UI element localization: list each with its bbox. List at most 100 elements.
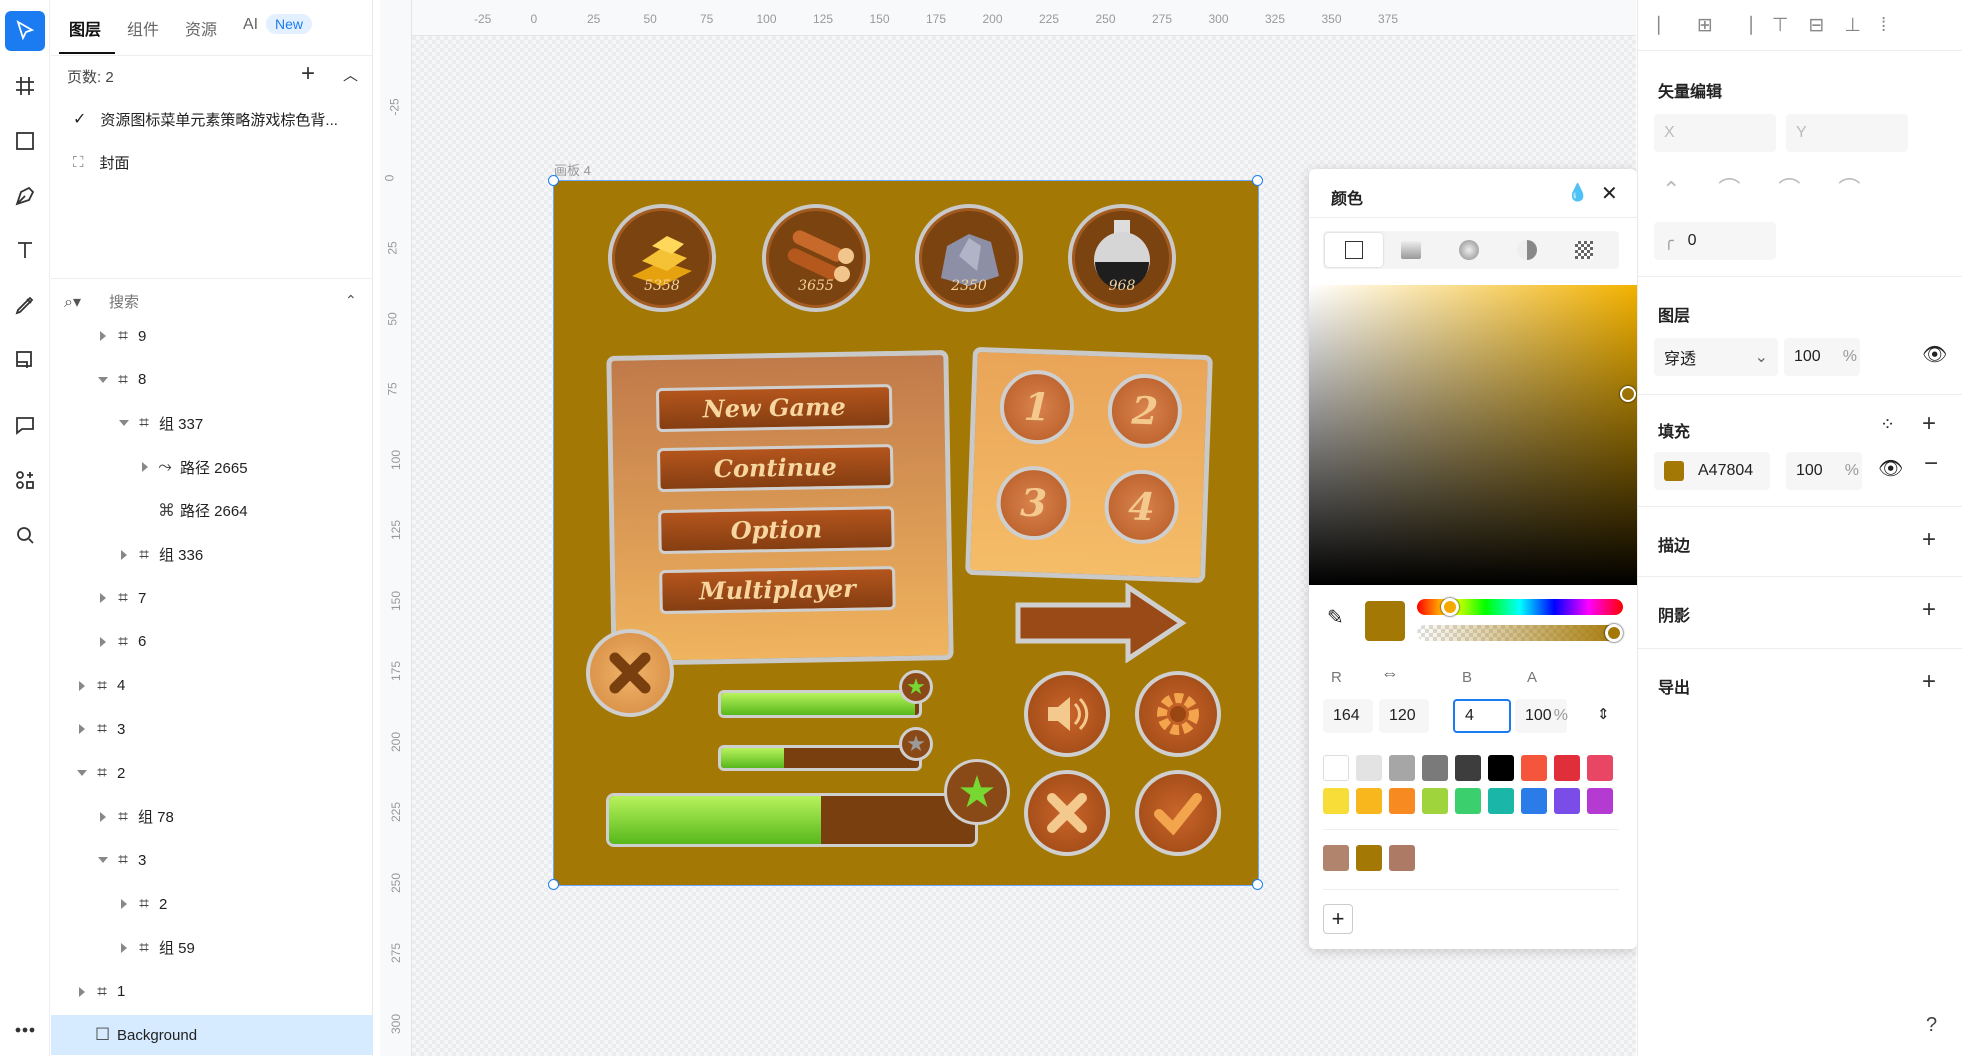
level-4-button[interactable]: 4 (1103, 468, 1180, 546)
fill-color-input[interactable]: A47804 (1654, 452, 1770, 490)
color-swatch[interactable] (1356, 788, 1382, 814)
layer-opacity-input[interactable]: 100% (1784, 338, 1860, 376)
add-shadow-icon[interactable]: + (1922, 596, 1936, 624)
layer-row[interactable]: ⌗ 2 (51, 884, 373, 924)
color-swatch[interactable] (1488, 788, 1514, 814)
hue-slider[interactable] (1417, 598, 1623, 616)
stepper-icon[interactable]: ⇕ (1597, 705, 1610, 723)
chevron-right-icon[interactable] (117, 942, 131, 953)
layer-row[interactable]: ⌗ 8 (51, 360, 373, 400)
align-toolbar[interactable]: ⎸⊞⎹⊤⊟⊥⁞ (1658, 14, 1906, 37)
add-swatch-button[interactable]: + (1323, 904, 1353, 934)
level-3-button[interactable]: 3 (995, 464, 1072, 542)
color-swatch[interactable] (1356, 755, 1382, 781)
angular-gradient-icon[interactable] (1517, 240, 1537, 260)
tab-assets[interactable]: 资源 (185, 16, 217, 40)
resize-handle[interactable] (548, 175, 559, 186)
tab-components[interactable]: 组件 (127, 16, 159, 40)
frame-tool-icon[interactable] (5, 66, 45, 106)
add-export-icon[interactable]: + (1922, 668, 1936, 696)
new-game-button[interactable]: New Game (655, 384, 893, 433)
color-mode-toggle-icon[interactable]: ⇔ (1381, 663, 1399, 684)
style-grid-icon[interactable]: ⁘ (1880, 414, 1895, 435)
color-swatch[interactable] (1488, 755, 1514, 781)
layer-row[interactable]: ⌗ 1 (51, 972, 373, 1012)
page-item[interactable]: ✓ 资源图标菜单元素策略游戏棕色背... (51, 99, 373, 139)
color-swatch[interactable] (1389, 845, 1415, 871)
layer-row[interactable]: ⌗ 组 59 (51, 928, 373, 968)
search-input[interactable] (109, 290, 289, 314)
color-swatch[interactable] (1587, 788, 1613, 814)
a-input[interactable]: 100% (1515, 699, 1568, 733)
add-page-icon[interactable]: + (301, 60, 315, 88)
tab-layers[interactable]: 图层 (69, 16, 101, 40)
blend-mode-select[interactable]: 穿透 ⌄ (1654, 338, 1778, 376)
resize-handle[interactable] (548, 879, 559, 890)
sv-picker-handle[interactable] (1620, 386, 1636, 402)
collapse-all-icon[interactable]: ⌃ (345, 292, 357, 309)
confirm-button[interactable] (1135, 770, 1221, 856)
color-swatch[interactable] (1554, 755, 1580, 781)
layer-row[interactable]: ⌗ 9 (51, 316, 373, 356)
x-input[interactable]: X (1654, 114, 1776, 152)
page-item[interactable]: ⛶ 封面 (51, 142, 373, 182)
help-button[interactable]: ? (1926, 1014, 1937, 1037)
color-swatch[interactable] (1323, 788, 1349, 814)
close-x-button[interactable] (586, 629, 674, 717)
sound-button[interactable] (1024, 671, 1110, 757)
color-swatch[interactable] (1389, 755, 1415, 781)
chevron-down-icon[interactable] (96, 857, 110, 864)
image-fill-icon[interactable] (1575, 241, 1593, 259)
color-swatch[interactable] (1455, 755, 1481, 781)
alpha-slider[interactable] (1417, 624, 1623, 642)
resize-handle[interactable] (1252, 175, 1263, 186)
layer-row[interactable]: ☐ Background (51, 1015, 373, 1056)
color-swatch[interactable] (1455, 788, 1481, 814)
level-1-button[interactable]: 1 (998, 368, 1076, 446)
layer-row[interactable]: ⌗ 组 78 (51, 797, 373, 837)
slice-tool-icon[interactable] (5, 340, 45, 380)
fill-color-swatch[interactable] (1664, 461, 1684, 481)
color-swatch[interactable] (1422, 788, 1448, 814)
search-tool-icon[interactable] (5, 515, 45, 555)
chevron-right-icon[interactable] (138, 462, 152, 473)
chevron-down-icon[interactable] (96, 376, 110, 383)
move-tool-icon[interactable] (5, 11, 45, 51)
artboard-label[interactable]: 画板 4 (554, 160, 591, 179)
chevron-right-icon[interactable] (75, 724, 89, 735)
collapse-pages-icon[interactable]: ︿ (343, 64, 358, 85)
close-icon[interactable]: ✕ (1601, 181, 1618, 206)
comment-tool-icon[interactable] (5, 405, 45, 445)
saturation-value-area[interactable] (1309, 285, 1637, 585)
tab-ai[interactable]: AI (243, 16, 258, 34)
option-button[interactable]: Option (658, 506, 895, 555)
rectangle-tool-icon[interactable] (5, 121, 45, 161)
next-arrow-icon[interactable] (1012, 583, 1188, 663)
fill-opacity-input[interactable]: 100% (1786, 452, 1862, 490)
add-stroke-icon[interactable]: + (1922, 526, 1936, 554)
pencil-tool-icon[interactable] (5, 285, 45, 325)
pen-tool-icon[interactable] (5, 176, 45, 216)
layer-row[interactable]: ⌗ 2 (51, 753, 373, 793)
b-input[interactable]: 4 (1453, 699, 1511, 733)
hue-handle[interactable] (1441, 598, 1459, 616)
chevron-right-icon[interactable] (117, 549, 131, 560)
chevron-right-icon[interactable] (96, 811, 110, 822)
solid-fill-tab[interactable] (1325, 233, 1383, 267)
layer-row[interactable]: ⌗ 3 (51, 709, 373, 749)
color-swatch[interactable] (1521, 788, 1547, 814)
color-swatch[interactable] (1323, 845, 1349, 871)
chevron-right-icon[interactable] (75, 986, 89, 997)
multiplayer-button[interactable]: Multiplayer (659, 566, 896, 615)
continue-button[interactable]: Continue (656, 444, 894, 493)
color-swatch[interactable] (1587, 755, 1613, 781)
color-swatch[interactable] (1389, 788, 1415, 814)
chevron-right-icon[interactable] (96, 593, 110, 604)
eyedropper-icon[interactable]: ✎ (1327, 605, 1344, 630)
layer-row[interactable]: ⌗ 6 (51, 622, 373, 662)
layer-row[interactable]: ⤳ 路径 2665 (51, 447, 373, 487)
fill-visibility-eye-icon[interactable]: 👁 (1878, 456, 1903, 481)
chevron-down-icon[interactable] (75, 770, 89, 776)
text-tool-icon[interactable] (5, 230, 45, 270)
chevron-right-icon[interactable] (117, 899, 131, 910)
